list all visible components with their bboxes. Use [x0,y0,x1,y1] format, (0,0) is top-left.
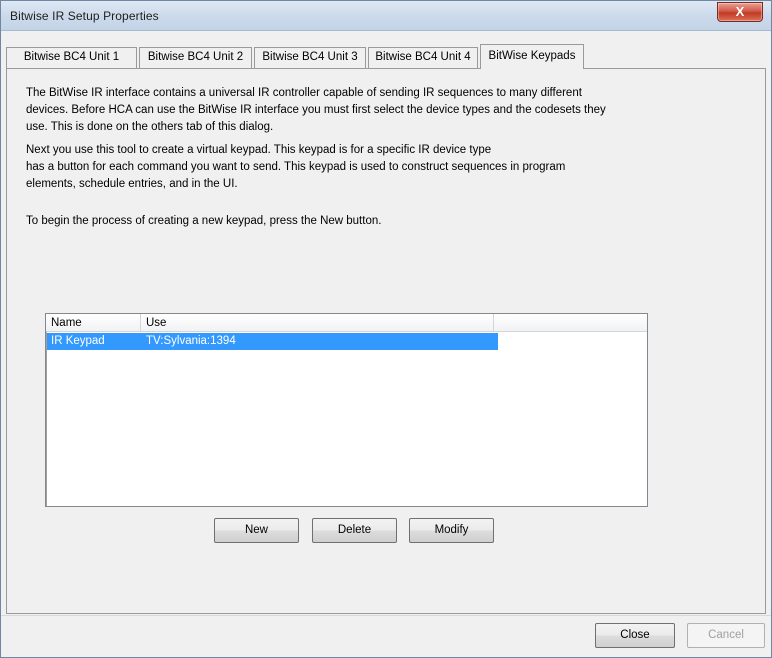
column-header-use[interactable]: Use [141,314,494,332]
tab-bc4-unit-3[interactable]: Bitwise BC4 Unit 3 [254,47,366,68]
tab-bitwise-keypads[interactable]: BitWise Keypads [480,44,584,69]
delete-button[interactable]: Delete [312,518,397,543]
close-button[interactable]: Close [595,623,675,648]
new-button[interactable]: New [214,518,299,543]
tab-bc4-unit-2[interactable]: Bitwise BC4 Unit 2 [139,47,252,68]
list-header: Name Use [46,314,647,332]
tab-bc4-unit-1[interactable]: Bitwise BC4 Unit 1 [6,47,137,68]
tab-label: BitWise Keypads [488,50,576,62]
instruction-text: To begin the process of creating a new k… [26,215,382,227]
keypad-line: Next you use this tool to create a virtu… [26,144,492,156]
tab-label: Bitwise BC4 Unit 3 [262,51,358,63]
tab-bc4-unit-4[interactable]: Bitwise BC4 Unit 4 [368,47,478,68]
window-title: Bitwise IR Setup Properties [10,9,159,23]
close-window-button[interactable]: X [717,2,763,22]
keypad-line: elements, schedule entries, and in the U… [26,178,238,190]
keypad-list[interactable]: Name Use IR Keypad TV:Sylvania:1394 [45,313,648,507]
tab-label: Bitwise BC4 Unit 4 [375,51,471,63]
keypad-name: IR Keypad [51,335,105,347]
tab-label: Bitwise BC4 Unit 1 [23,51,120,63]
title-bar[interactable]: Bitwise IR Setup Properties X [1,1,771,31]
footer-divider [1,615,771,616]
intro-line: use. This is done on the others tab of t… [26,121,274,133]
list-item[interactable]: IR Keypad TV:Sylvania:1394 [47,333,498,350]
dialog-window: Bitwise IR Setup Properties X Bitwise BC… [0,0,772,658]
keypad-paragraph: Next you use this tool to create a virtu… [26,142,666,193]
intro-line: devices. Before HCA can use the BitWise … [26,104,606,116]
keypad-use: TV:Sylvania:1394 [146,335,236,347]
close-icon: X [735,4,745,19]
tab-label: Bitwise BC4 Unit 2 [147,51,244,63]
keypad-line: has a button for each command you want t… [26,161,566,173]
column-header-name[interactable]: Name [46,314,141,332]
intro-line: The BitWise IR interface contains a univ… [26,87,582,99]
tab-panel: The BitWise IR interface contains a univ… [6,68,766,614]
cancel-button[interactable]: Cancel [687,623,765,648]
column-label: Name [51,317,82,329]
column-label: Use [146,317,167,329]
modify-button[interactable]: Modify [409,518,494,543]
intro-paragraph: The BitWise IR interface contains a univ… [26,85,666,136]
